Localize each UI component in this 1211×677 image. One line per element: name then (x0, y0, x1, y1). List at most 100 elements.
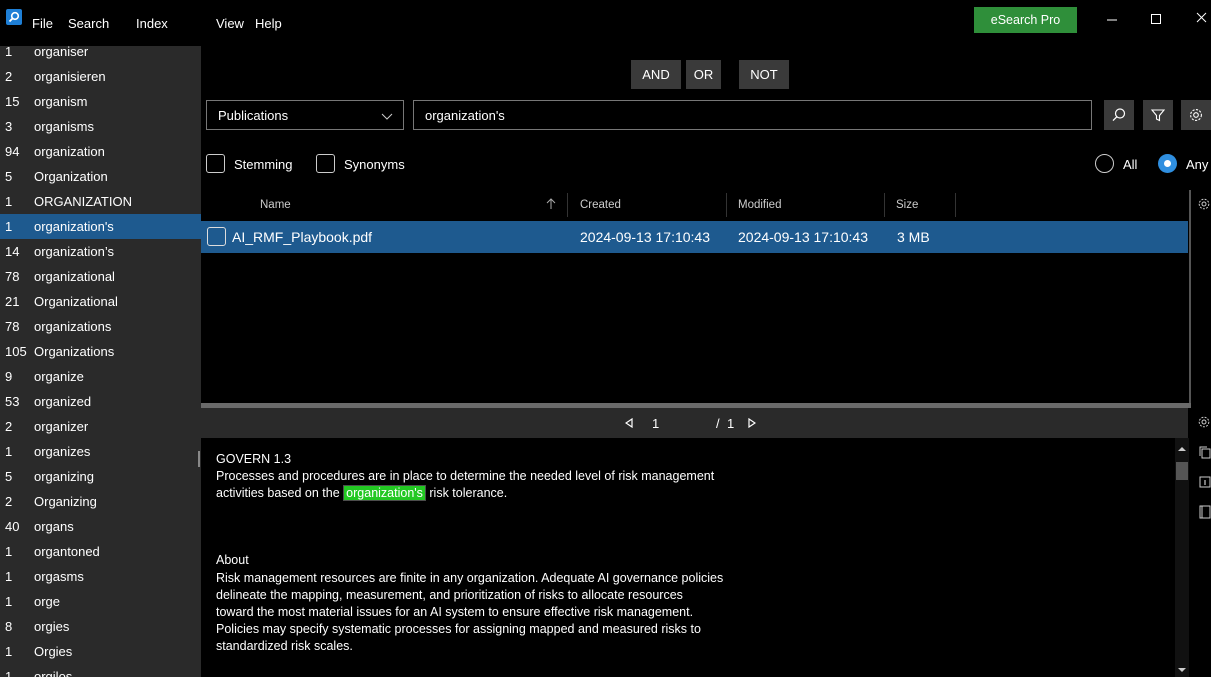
row-checkbox[interactable] (207, 227, 226, 246)
maximize-icon[interactable] (1146, 10, 1166, 30)
scrollbar-thumb[interactable] (1176, 462, 1188, 480)
list-item[interactable]: 5 organizing (0, 464, 201, 489)
list-item[interactable]: 5 Organization (0, 164, 201, 189)
list-item[interactable]: 2 organizer (0, 414, 201, 439)
search-button[interactable] (1104, 100, 1134, 130)
list-item[interactable]: 105 Organizations (0, 339, 201, 364)
list-item[interactable]: 94 organization (0, 139, 201, 164)
any-radio[interactable] (1158, 154, 1177, 173)
column-divider[interactable] (955, 193, 956, 217)
cell-created: 2024-09-13 17:10:43 (580, 229, 710, 245)
list-item[interactable]: 1 organization's (0, 214, 201, 239)
gear-icon[interactable] (1197, 197, 1211, 211)
list-item[interactable]: 1 orgasms (0, 564, 201, 589)
list-item-word: organisieren (34, 69, 106, 84)
book-icon[interactable] (1197, 505, 1211, 519)
list-item[interactable]: 9 organize (0, 364, 201, 389)
menu-index[interactable]: Index (136, 16, 168, 31)
menu-help[interactable]: Help (255, 16, 282, 31)
column-divider[interactable] (726, 193, 727, 217)
gear-icon[interactable] (1197, 415, 1211, 429)
column-header-created[interactable]: Created (580, 199, 621, 211)
chevron-down-icon (381, 113, 393, 120)
scroll-down-icon[interactable] (1178, 667, 1186, 673)
list-item[interactable]: 1 orgilos (0, 664, 201, 677)
minimize-icon[interactable] (1102, 10, 1122, 30)
list-item-word: organized (34, 394, 92, 409)
list-item-word: orgasms (34, 569, 84, 584)
list-item-count: 9 (5, 369, 13, 384)
list-item-count: 78 (5, 319, 20, 334)
list-item-word: organization’s (34, 244, 114, 259)
table-row[interactable]: AI_RMF_Playbook.pdf 2024-09-13 17:10:43 … (201, 221, 1188, 253)
menu-view[interactable]: View (216, 16, 244, 31)
list-item[interactable]: 40 organs (0, 514, 201, 539)
word-index-list[interactable]: 1 organiser 2 organisieren 15 organism 3 organi… (0, 46, 201, 677)
scope-select[interactable]: Publications (206, 100, 404, 130)
and-button[interactable]: AND (631, 60, 681, 89)
all-radio[interactable] (1095, 154, 1114, 173)
next-page-icon[interactable] (748, 418, 756, 428)
list-item-count: 2 (5, 69, 13, 84)
pager: 1 / 1 (201, 408, 1188, 438)
page-separator: / (716, 416, 720, 431)
list-item[interactable]: 2 organisieren (0, 64, 201, 89)
list-item-word: organisms (34, 119, 94, 134)
list-item[interactable]: 1 Orgies (0, 639, 201, 664)
page-total: 1 (727, 416, 735, 431)
list-item[interactable]: 78 organizational (0, 264, 201, 289)
list-item-count: 1 (5, 194, 13, 209)
list-item[interactable]: 2 Organizing (0, 489, 201, 514)
column-header-name[interactable]: Name (260, 199, 291, 211)
app-search-icon[interactable] (6, 9, 22, 25)
filter-button[interactable] (1143, 100, 1173, 130)
list-item-count: 105 (5, 344, 27, 359)
document-preview[interactable]: GOVERN 1.3 Processes and procedures are … (201, 438, 1175, 677)
column-divider[interactable] (884, 193, 885, 217)
list-item[interactable]: 1 organiser (0, 46, 201, 64)
copy-icon[interactable] (1197, 446, 1211, 460)
menu-file[interactable]: File (32, 16, 53, 31)
info-icon[interactable] (1197, 475, 1211, 489)
list-item[interactable]: 3 organisms (0, 114, 201, 139)
preview-line: standardized risk scales. (216, 639, 353, 653)
preview-text: risk tolerance. (425, 486, 508, 500)
close-icon[interactable] (1193, 10, 1211, 30)
cell-modified: 2024-09-13 17:10:43 (738, 229, 868, 245)
list-item-word: Organizational (34, 294, 118, 309)
list-item[interactable]: 21 Organizational (0, 289, 201, 314)
list-item-word: organizing (34, 469, 94, 484)
search-highlight: organization's (343, 485, 426, 501)
menu-search[interactable]: Search (68, 16, 109, 31)
list-item[interactable]: 1 ORGANIZATION (0, 189, 201, 214)
search-icon (1112, 108, 1126, 122)
search-input[interactable] (413, 100, 1092, 130)
list-item[interactable]: 1 orge (0, 589, 201, 614)
column-header-modified[interactable]: Modified (738, 199, 781, 211)
list-item[interactable]: 15 organism (0, 89, 201, 114)
synonyms-checkbox[interactable] (316, 154, 335, 173)
page-current[interactable]: 1 (652, 416, 659, 431)
or-button[interactable]: OR (686, 60, 721, 89)
list-item-count: 1 (5, 644, 13, 659)
sort-up-icon[interactable] (545, 198, 557, 210)
scroll-up-icon[interactable] (1178, 446, 1186, 452)
list-item[interactable]: 1 organizes (0, 439, 201, 464)
gear-icon (1190, 109, 1202, 121)
settings-button[interactable] (1181, 100, 1211, 130)
panel-divider[interactable] (1189, 190, 1191, 405)
list-item[interactable]: 14 organization’s (0, 239, 201, 264)
list-item-count: 8 (5, 619, 13, 634)
list-item[interactable]: 78 organizations (0, 314, 201, 339)
list-item[interactable]: 53 organized (0, 389, 201, 414)
list-item[interactable]: 1 organtoned (0, 539, 201, 564)
any-label: Any (1186, 157, 1209, 172)
column-divider[interactable] (567, 193, 568, 217)
preview-line: Policies may specify systematic processe… (216, 622, 701, 636)
sidebar-resize-handle[interactable] (198, 451, 200, 467)
stemming-checkbox[interactable] (206, 154, 225, 173)
not-button[interactable]: NOT (739, 60, 789, 89)
prev-page-icon[interactable] (625, 418, 633, 428)
list-item[interactable]: 8 orgies (0, 614, 201, 639)
column-header-size[interactable]: Size (896, 199, 918, 211)
